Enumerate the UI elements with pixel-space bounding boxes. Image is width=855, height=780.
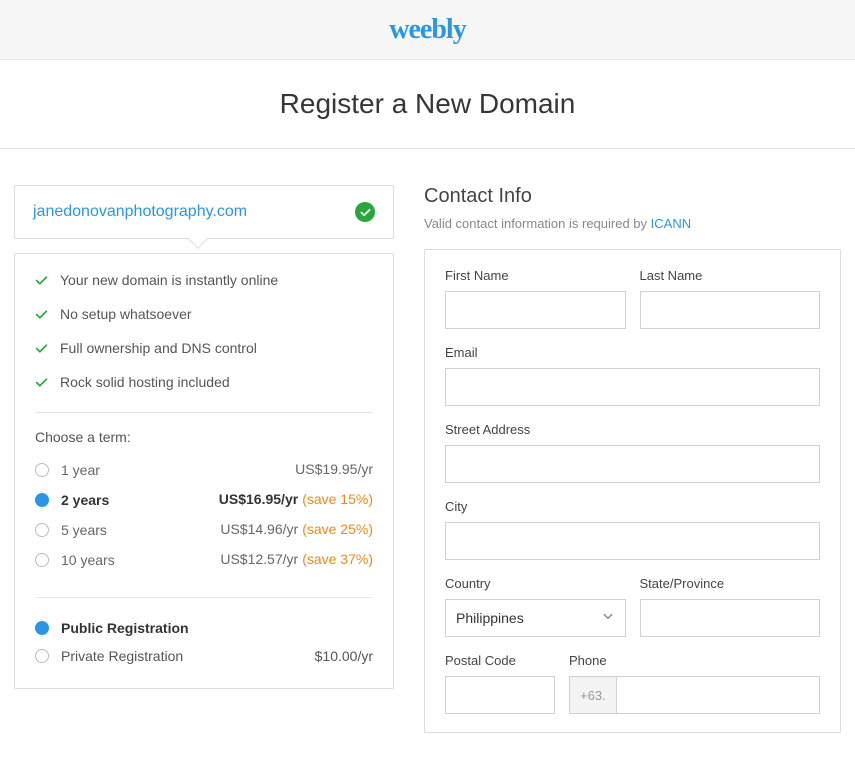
contact-subtext: Valid contact information is required by…: [424, 216, 841, 231]
first-name-input[interactable]: [445, 291, 626, 329]
radio-icon: [35, 621, 49, 635]
term-option-10yr[interactable]: 10 years US$12.57/yr(save 37%): [35, 545, 373, 575]
street-input[interactable]: [445, 445, 820, 483]
feature-text: Your new domain is instantly online: [60, 272, 278, 288]
checkmark-icon: [35, 274, 48, 287]
radio-icon: [35, 463, 49, 477]
email-label: Email: [445, 345, 820, 360]
brand-logo: weebly: [389, 14, 465, 46]
choose-term-label: Choose a term:: [35, 429, 373, 445]
icann-link[interactable]: ICANN: [651, 216, 691, 231]
term-label: 5 years: [61, 522, 107, 538]
term-option-2yr[interactable]: 2 years US$16.95/yr(save 15%): [35, 485, 373, 515]
checkmark-icon: [35, 342, 48, 355]
last-name-label: Last Name: [640, 268, 821, 283]
divider: [35, 597, 373, 598]
state-input[interactable]: [640, 599, 821, 637]
check-success-icon: [355, 202, 375, 222]
contact-form: First Name Last Name Email Street Addres…: [424, 249, 841, 733]
feature-text: Rock solid hosting included: [60, 374, 230, 390]
postal-input[interactable]: [445, 676, 555, 714]
checkmark-icon: [35, 376, 48, 389]
callout-pointer: [188, 229, 208, 249]
term-price: US$14.96/yr: [220, 521, 298, 537]
radio-icon: [35, 523, 49, 537]
domain-name-text: janedonovanphotography.com: [33, 203, 247, 221]
registration-option-private[interactable]: Private Registration $10.00/yr: [35, 642, 373, 670]
first-name-label: First Name: [445, 268, 626, 283]
term-option-1yr[interactable]: 1 year US$19.95/yr: [35, 455, 373, 485]
term-save: (save 25%): [302, 521, 373, 537]
term-option-5yr[interactable]: 5 years US$14.96/yr(save 25%): [35, 515, 373, 545]
contact-section-title: Contact Info: [424, 185, 841, 208]
phone-label: Phone: [569, 653, 820, 668]
page-title-section: Register a New Domain: [0, 60, 855, 149]
term-save: (save 37%): [302, 551, 373, 567]
term-save: (save 15%): [302, 491, 373, 507]
feature-text: Full ownership and DNS control: [60, 340, 257, 356]
header-band: weebly: [0, 0, 855, 60]
registration-label: Private Registration: [61, 648, 183, 664]
postal-label: Postal Code: [445, 653, 555, 668]
city-label: City: [445, 499, 820, 514]
phone-prefix: +63.: [569, 676, 616, 714]
registration-option-public[interactable]: Public Registration: [35, 614, 373, 642]
radio-icon: [35, 553, 49, 567]
term-price: US$19.95/yr: [295, 461, 373, 477]
city-input[interactable]: [445, 522, 820, 560]
radio-icon: [35, 649, 49, 663]
country-select[interactable]: [445, 599, 626, 637]
phone-input[interactable]: [616, 676, 820, 714]
state-label: State/Province: [640, 576, 821, 591]
feature-row: Rock solid hosting included: [35, 374, 373, 390]
page-title: Register a New Domain: [0, 88, 855, 120]
divider: [35, 412, 373, 413]
feature-row: Your new domain is instantly online: [35, 272, 373, 288]
term-label: 2 years: [61, 492, 109, 508]
plan-details-box: Your new domain is instantly online No s…: [14, 253, 394, 689]
registration-price: $10.00/yr: [315, 648, 373, 664]
street-label: Street Address: [445, 422, 820, 437]
radio-icon: [35, 493, 49, 507]
domain-display-box: janedonovanphotography.com: [14, 185, 394, 239]
registration-label: Public Registration: [61, 620, 189, 636]
email-input[interactable]: [445, 368, 820, 406]
last-name-input[interactable]: [640, 291, 821, 329]
feature-row: Full ownership and DNS control: [35, 340, 373, 356]
feature-row: No setup whatsoever: [35, 306, 373, 322]
term-label: 10 years: [61, 552, 115, 568]
contact-subtext-text: Valid contact information is required by: [424, 216, 651, 231]
term-price: US$12.57/yr: [220, 551, 298, 567]
term-label: 1 year: [61, 462, 100, 478]
country-label: Country: [445, 576, 626, 591]
checkmark-icon: [35, 308, 48, 321]
feature-text: No setup whatsoever: [60, 306, 192, 322]
term-price: US$16.95/yr: [219, 491, 298, 507]
